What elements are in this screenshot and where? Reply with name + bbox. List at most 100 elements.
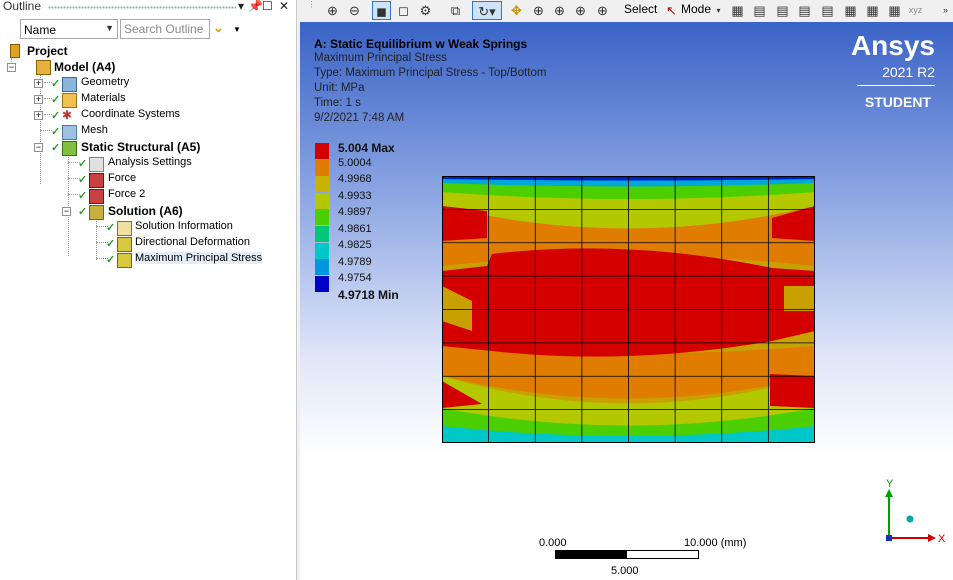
zoom-out-icon[interactable]: ⊖: [345, 1, 364, 20]
legend-swatch: [315, 259, 329, 276]
edition-label: STUDENT: [864, 94, 931, 110]
solution-icon: [89, 205, 104, 220]
check-icon: ✓: [106, 222, 116, 234]
tree-item-label: Project: [27, 44, 68, 58]
shaded-view-icon[interactable]: ◼: [372, 1, 391, 20]
legend-min-label: 4.9718 Min: [338, 288, 399, 302]
scale-mid-label: 5.000: [611, 565, 639, 577]
tree-item-model[interactable]: − Model (A4): [0, 59, 290, 75]
show-elements-icon[interactable]: ⚙: [416, 1, 435, 20]
expand-icon[interactable]: +: [34, 95, 43, 104]
zoom-in-icon[interactable]: ⊕: [323, 1, 342, 20]
zoom-icon[interactable]: ⊕: [529, 1, 548, 20]
toolbar-overflow-icon[interactable]: »: [936, 1, 953, 20]
x-arrow-icon: [928, 534, 936, 542]
tree-item-mesh[interactable]: ✓ Mesh: [0, 123, 290, 140]
result-type: Type: Maximum Principal Stress - Top/Bot…: [314, 67, 547, 79]
legend-swatch: [315, 226, 329, 242]
force-icon: [89, 173, 104, 188]
box-select-icon[interactable]: ⧉: [446, 1, 465, 20]
chevron-down-icon[interactable]: ▾: [709, 1, 728, 20]
solution-information-icon: [117, 221, 132, 236]
check-icon: ✓: [51, 142, 61, 154]
name-select[interactable]: Name ▼: [20, 19, 118, 39]
select-mesh-icon[interactable]: ▦: [885, 1, 904, 20]
mode-dropdown[interactable]: Mode: [681, 2, 711, 16]
select-node-icon[interactable]: ▤: [818, 1, 837, 20]
coordinate-icon[interactable]: xyz: [906, 1, 925, 20]
tree-item-coordinate-systems[interactable]: + ✓ ✱ Coordinate Systems: [0, 107, 290, 123]
expand-icon[interactable]: +: [34, 79, 43, 88]
tree-item-geometry[interactable]: + ✓ Geometry: [0, 75, 290, 92]
tree-item-label: Static Structural (A5): [81, 140, 201, 154]
tree-item-project[interactable]: Project: [0, 43, 290, 59]
magnifier-icon[interactable]: ⊕: [593, 1, 612, 20]
scale-right-label: 10.000 (mm): [684, 537, 747, 549]
restore-icon[interactable]: ☐: [262, 0, 273, 13]
graphics-viewport[interactable]: A: Static Equilibrium w Weak Springs Max…: [300, 22, 953, 580]
collapse-icon[interactable]: −: [62, 207, 71, 216]
check-icon: ✓: [106, 254, 116, 266]
filter-icon[interactable]: ⌄: [213, 20, 224, 36]
contour-band: [770, 374, 815, 408]
outline-grip[interactable]: [48, 6, 236, 9]
zoom-to-fit-icon[interactable]: ⊕: [571, 1, 590, 20]
select-body-icon[interactable]: ▤: [795, 1, 814, 20]
tree-item-label: Solution (A6): [108, 204, 183, 218]
rotate-icon[interactable]: ↻▾: [472, 1, 502, 20]
check-icon: ✓: [106, 238, 116, 250]
tree-item-solution[interactable]: − ✓ Solution (A6): [0, 203, 290, 220]
toolbar-grip[interactable]: ⋮: [302, 1, 321, 20]
tree-item-force-2[interactable]: ✓ Force 2: [0, 187, 290, 204]
zoom-box-icon[interactable]: ⊕: [550, 1, 569, 20]
legend-max-label: 5.004 Max: [338, 141, 395, 155]
tree-item-force[interactable]: ✓ Force: [0, 171, 290, 188]
collapse-icon[interactable]: −: [34, 143, 43, 152]
tree-item-max-principal-stress[interactable]: ✓ Maximum Principal Stress: [0, 251, 290, 268]
select-button[interactable]: Select: [624, 2, 657, 16]
pan-icon[interactable]: ✥: [507, 1, 526, 20]
tree-item-label: Materials: [81, 92, 126, 104]
expand-icon[interactable]: +: [34, 111, 43, 120]
pin-icon[interactable]: 📌: [248, 0, 263, 13]
tree-item-static-structural[interactable]: − ✓ Static Structural (A5): [0, 139, 290, 156]
wireframe-view-icon[interactable]: ◻: [394, 1, 413, 20]
iso-view-icon[interactable]: [906, 515, 914, 523]
collapse-icon[interactable]: −: [7, 63, 16, 72]
select-element-icon[interactable]: ▦: [863, 1, 882, 20]
dropdown-icon[interactable]: ▾: [238, 0, 244, 13]
stress-contour-plot[interactable]: [442, 176, 815, 443]
tree-item-label: Mesh: [81, 124, 108, 136]
check-icon: ✓: [78, 190, 88, 202]
outline-header: Outline ▾ 📌 ☐ ✕: [0, 0, 296, 14]
axis-triad[interactable]: Y X: [878, 477, 950, 547]
select-edge-icon[interactable]: ▤: [750, 1, 769, 20]
tree-item-solution-information[interactable]: ✓ Solution Information: [0, 219, 290, 236]
legend-value: 5.0004: [338, 157, 372, 169]
outline-toolbar: Name ▼ ⌄ ▼: [0, 16, 296, 42]
scale-bar: 0.000 10.000 (mm) 5.000: [539, 534, 755, 577]
close-icon[interactable]: ✕: [279, 0, 289, 13]
search-input[interactable]: [120, 19, 210, 39]
tree-item-directional-deformation[interactable]: ✓ Directional Deformation: [0, 235, 290, 252]
select-face-icon[interactable]: ▤: [773, 1, 792, 20]
check-icon: ✓: [51, 78, 61, 90]
tree-item-label: Solution Information: [135, 220, 233, 232]
legend-value: 4.9968: [338, 173, 372, 185]
legend-swatch: [315, 242, 329, 259]
tree-item-label: Analysis Settings: [108, 156, 192, 168]
materials-icon: [62, 93, 77, 108]
chevron-down-icon[interactable]: ▼: [233, 25, 241, 34]
result-unit: Unit: MPa: [314, 82, 365, 94]
coordinate-system-icon: ✱: [62, 108, 73, 122]
select-element-face-icon[interactable]: ▦: [841, 1, 860, 20]
select-vertex-icon[interactable]: ▦: [728, 1, 747, 20]
check-icon: ✓: [51, 110, 61, 122]
chevron-down-icon: ▼: [105, 23, 114, 33]
select-cursor-icon[interactable]: ↖: [662, 1, 681, 20]
legend-swatch: [315, 275, 329, 292]
result-time: Time: 1 s: [314, 97, 361, 109]
name-select-value: Name: [24, 23, 57, 37]
tree-item-materials[interactable]: + ✓ Materials: [0, 91, 290, 108]
tree-item-analysis-settings[interactable]: ✓ Analysis Settings: [0, 155, 290, 172]
